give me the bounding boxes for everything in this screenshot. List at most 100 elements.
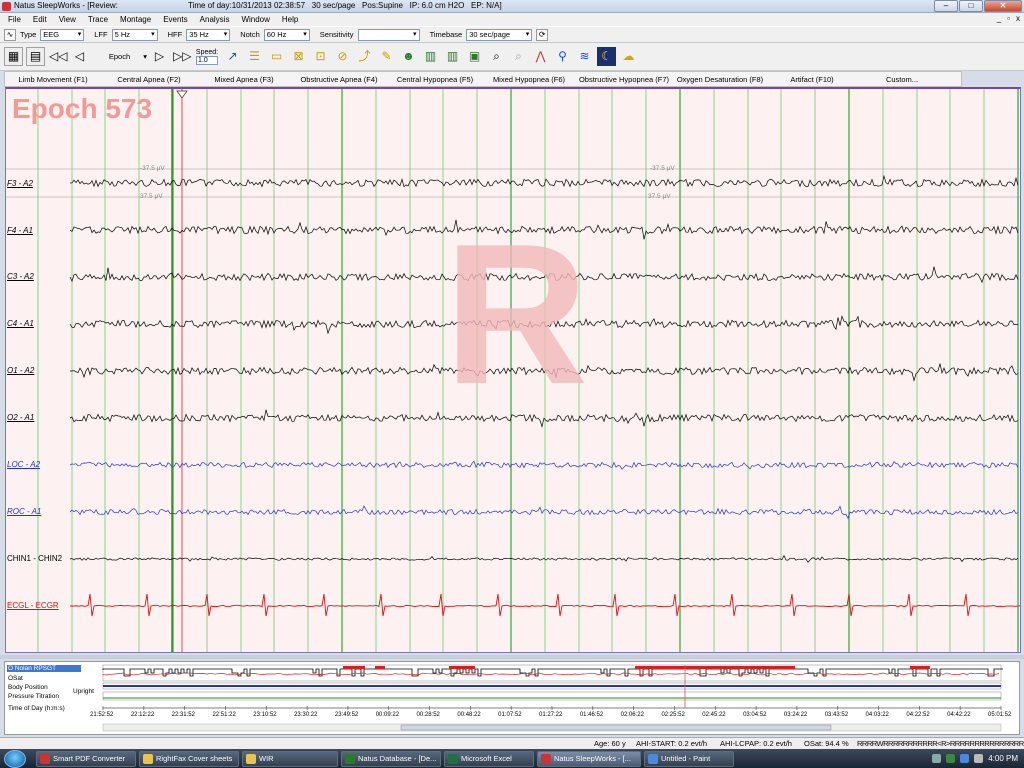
- rem-period-bar: [343, 666, 365, 669]
- task-natus-database[interactable]: Natus Database - [De...: [341, 750, 441, 767]
- time-tick-label: 21:52:52: [90, 712, 114, 718]
- rewind-icon[interactable]: ◁◁: [48, 47, 67, 66]
- menu-analysis[interactable]: Analysis: [198, 15, 232, 24]
- signal-viewer[interactable]: R Epoch 573 -37.5 μV 37.5 μV -37.5 μV 37…: [5, 87, 1021, 653]
- limb-movement-button[interactable]: Limb Movement (F1): [5, 75, 101, 84]
- task-smart-pdf[interactable]: Smart PDF Converter: [36, 750, 136, 767]
- speed-input[interactable]: 1.0: [196, 55, 218, 65]
- task-excel[interactable]: Microsoft Excel: [444, 750, 534, 767]
- tray-volume-icon[interactable]: [974, 754, 984, 763]
- task-wir[interactable]: WIR: [242, 750, 338, 767]
- lff-select[interactable]: 5 Hz: [111, 28, 158, 41]
- time-tick-label: 01:46:52: [579, 712, 604, 718]
- channel-label-c3[interactable]: C3 - A2: [7, 272, 34, 281]
- event-icon[interactable]: ⊠: [289, 47, 308, 66]
- custom-event-button[interactable]: Custom...: [857, 75, 947, 84]
- night-mode-icon[interactable]: ☾: [597, 47, 616, 66]
- central-apnea-button[interactable]: Central Apnea (F2): [101, 75, 197, 84]
- wave-icon[interactable]: ∿: [4, 28, 16, 41]
- mixed-apnea-button[interactable]: Mixed Apnea (F3): [197, 75, 291, 84]
- user-icon[interactable]: ☻: [399, 47, 418, 66]
- speed-control[interactable]: Speed: 1.0: [194, 49, 220, 65]
- time-tick-label: 23:30:22: [294, 712, 318, 718]
- mdi-close-button[interactable]: x: [1016, 14, 1020, 23]
- close-button[interactable]: ✕: [984, 0, 1022, 12]
- tray-network-icon[interactable]: [960, 754, 970, 763]
- central-hypopnea-button[interactable]: Central Hypopnea (F5): [387, 75, 483, 84]
- summary-icon[interactable]: ▥: [443, 47, 462, 66]
- database-icon[interactable]: ▣: [465, 47, 484, 66]
- notch-select[interactable]: 60 Hz: [263, 28, 310, 41]
- zoom-out-icon[interactable]: ⌕: [509, 47, 528, 66]
- mdi-minimize-button[interactable]: _: [997, 14, 1001, 23]
- start-button[interactable]: [4, 749, 26, 768]
- hff-label: HFF: [167, 30, 183, 39]
- minimize-button[interactable]: –: [934, 0, 958, 12]
- play-icon[interactable]: ▷: [150, 47, 169, 66]
- menu-help[interactable]: Help: [280, 15, 300, 24]
- obstructive-apnea-button[interactable]: Obstructive Apnea (F4): [291, 75, 387, 84]
- zoom-icon[interactable]: ⌕: [487, 47, 506, 66]
- channel-trace: [69, 174, 1019, 188]
- refresh-icon[interactable]: ⟳: [536, 28, 549, 41]
- tray-app-icon[interactable]: [932, 754, 942, 763]
- menu-view[interactable]: View: [57, 15, 78, 24]
- clock[interactable]: 4:00 PM: [988, 754, 1018, 763]
- pane-splitter[interactable]: [0, 655, 1024, 659]
- artifact-button[interactable]: Artifact (F10): [767, 75, 857, 84]
- channel-label-chin[interactable]: CHIN1 - CHIN2: [7, 554, 62, 563]
- channel-label-o2[interactable]: O2 - A1: [7, 413, 34, 422]
- channel-label-o1[interactable]: O1 - A2: [7, 366, 34, 375]
- menu-events[interactable]: Events: [161, 15, 189, 24]
- menu-edit[interactable]: Edit: [31, 15, 49, 24]
- menu-window[interactable]: Window: [239, 15, 271, 24]
- note-icon[interactable]: ▭: [267, 47, 286, 66]
- oxygen-desaturation-button[interactable]: Oxygen Desaturation (F8): [673, 75, 767, 84]
- time-tick-label: 05:01:52: [988, 712, 1012, 718]
- stage-icon[interactable]: ↗: [223, 47, 242, 66]
- epoch-select[interactable]: Epoch: [92, 52, 147, 61]
- paint-icon: [648, 753, 658, 764]
- report-icon[interactable]: ▥: [421, 47, 440, 66]
- menu-trace[interactable]: Trace: [86, 15, 110, 24]
- task-rightfax[interactable]: RightFax Cover sheets: [139, 750, 239, 767]
- marker-icon[interactable]: ⊘: [333, 47, 352, 66]
- menu-montage[interactable]: Montage: [118, 15, 153, 24]
- taskbar: Smart PDF Converter RightFax Cover sheet…: [0, 749, 1024, 768]
- time-tick-label: 02:06:22: [620, 712, 644, 718]
- channel-label-loc[interactable]: LOC - A2: [7, 460, 40, 469]
- channel-label-roc[interactable]: ROC - A1: [7, 507, 41, 516]
- overview-canvas[interactable]: [5, 662, 1017, 734]
- back-icon[interactable]: ◁: [70, 47, 89, 66]
- maximize-button[interactable]: □: [959, 0, 983, 12]
- channel-label-c4[interactable]: C4 - A1: [7, 319, 34, 328]
- calibrate-icon[interactable]: ⚲: [553, 47, 572, 66]
- save-icon[interactable]: ▦: [4, 47, 23, 66]
- weather-icon[interactable]: ☁: [619, 47, 638, 66]
- tray-shield-icon[interactable]: [946, 754, 956, 763]
- task-natus-sleepworks[interactable]: Natus SleepWorks - [...: [537, 750, 641, 767]
- time-tick-label: 22:12:22: [130, 712, 155, 718]
- montage-icon[interactable]: ☰: [245, 47, 264, 66]
- timebase-select[interactable]: 30 sec/page: [466, 28, 533, 41]
- mdi-restore-button[interactable]: ▫: [1007, 14, 1010, 23]
- trend-icon[interactable]: ⤴: [355, 47, 374, 66]
- type-select[interactable]: EEG: [40, 28, 85, 41]
- channel-label-f4[interactable]: F4 - A1: [7, 226, 33, 235]
- hff-select[interactable]: 35 Hz: [186, 28, 231, 41]
- filter-wave-icon[interactable]: ≋: [575, 47, 594, 66]
- overview-panel[interactable]: O Nolan RPSGT OSat Body Position Pressur…: [4, 661, 1020, 735]
- hypnogram-icon[interactable]: ⊡: [311, 47, 330, 66]
- obstructive-hypopnea-button[interactable]: Obstructive Hypopnea (F7): [575, 75, 673, 84]
- print-icon[interactable]: ▤: [26, 47, 45, 66]
- signal-icon[interactable]: ⋀: [531, 47, 550, 66]
- menu-file[interactable]: File: [6, 15, 23, 24]
- edit-event-icon[interactable]: ✎: [377, 47, 396, 66]
- channel-label-ecg[interactable]: ECGL - ECGR: [7, 601, 59, 610]
- fast-forward-icon[interactable]: ▷▷: [172, 47, 191, 66]
- task-paint[interactable]: Untitled - Paint: [644, 750, 734, 767]
- mixed-hypopnea-button[interactable]: Mixed Hypopnea (F6): [483, 75, 575, 84]
- sensitivity-select[interactable]: [357, 28, 420, 41]
- channel-label-f3[interactable]: F3 - A2: [7, 179, 33, 188]
- system-tray: 4:00 PM: [932, 749, 1024, 768]
